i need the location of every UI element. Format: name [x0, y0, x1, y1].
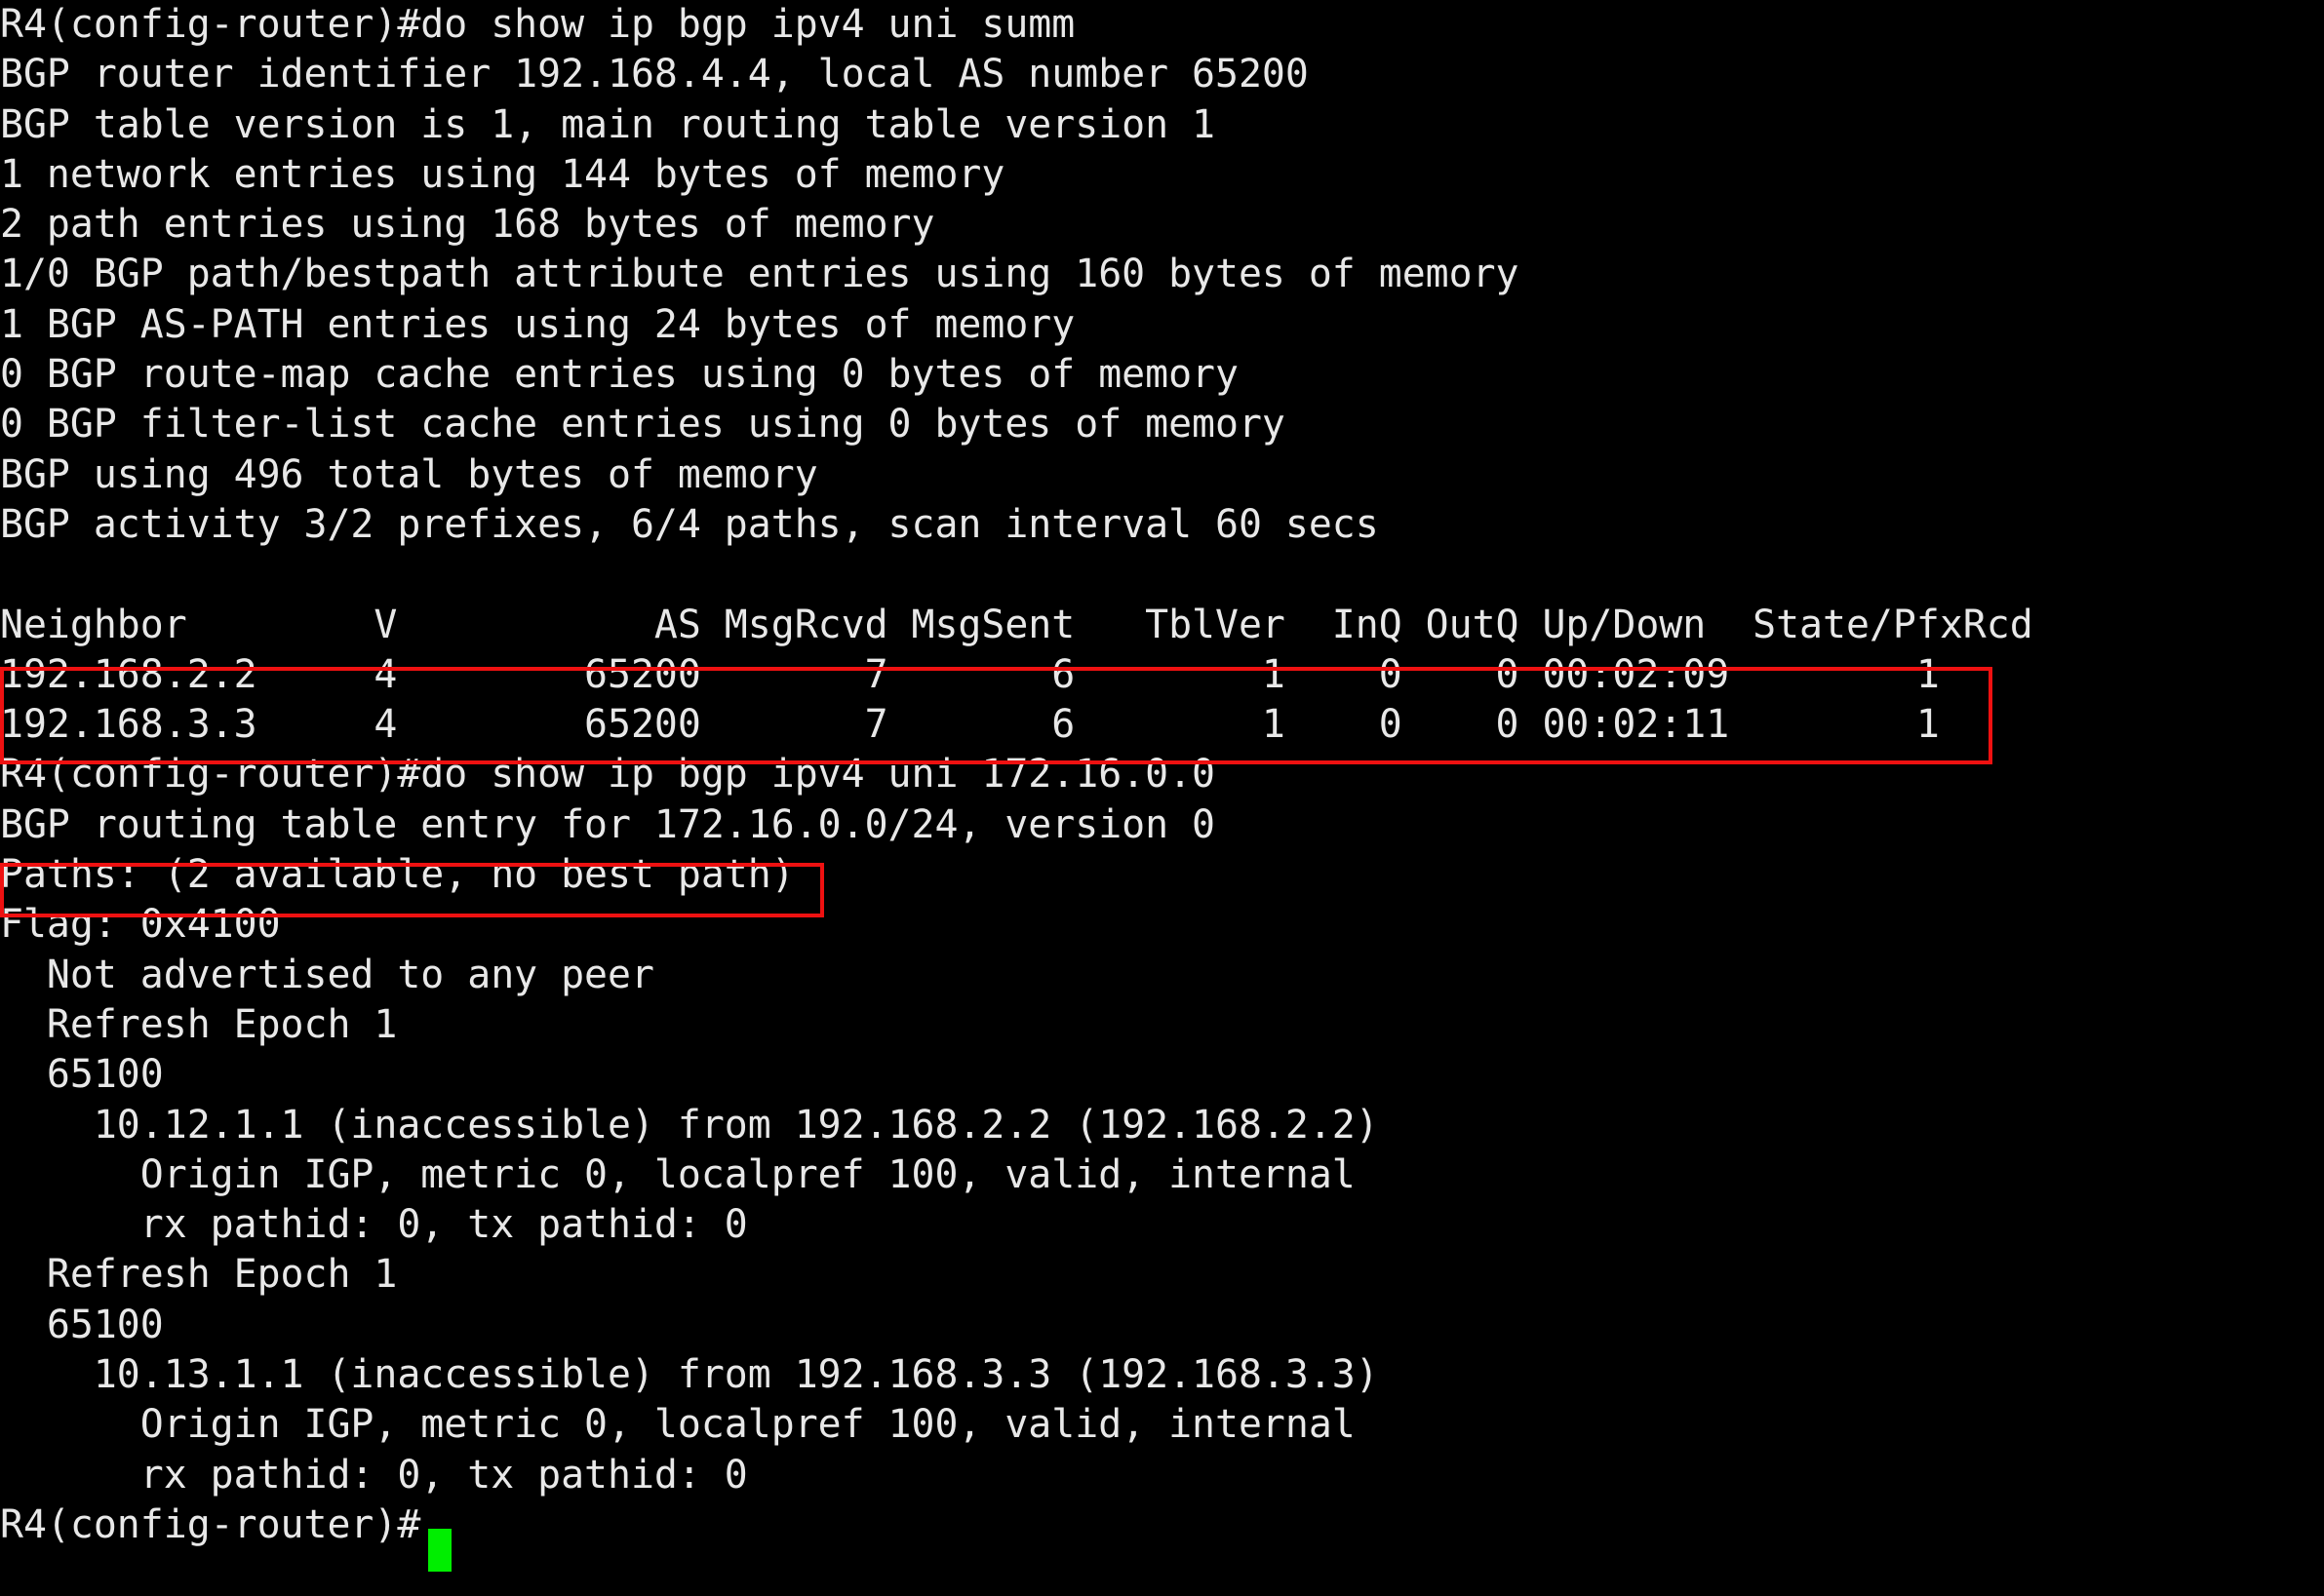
- terminal-line: Refresh Epoch 1: [0, 1001, 398, 1047]
- terminal-line: 65100: [0, 1302, 164, 1347]
- terminal-line: Flag: 0x4100: [0, 902, 281, 948]
- terminal-line: R4(config-router)#do show ip bgp ipv4 un…: [0, 2, 1076, 47]
- neighbor-table-header: Neighbor V AS MsgRcvd MsgSent TblVer InQ…: [0, 602, 2033, 647]
- terminal-line: rx pathid: 0, tx pathid: 0: [0, 1202, 748, 1248]
- paths-available-line: Paths: (2 available, no best path): [0, 852, 795, 898]
- terminal-line: BGP router identifier 192.168.4.4, local…: [0, 52, 1309, 97]
- terminal-line: BGP using 496 total bytes of memory: [0, 451, 818, 497]
- terminal-line: 0 BGP filter-list cache entries using 0 …: [0, 402, 1285, 448]
- terminal-window[interactable]: R4(config-router)#do show ip bgp ipv4 un…: [0, 0, 2324, 1596]
- terminal-line: BGP routing table entry for 172.16.0.0/2…: [0, 801, 1216, 847]
- terminal-line: Origin IGP, metric 0, localpref 100, val…: [0, 1151, 1356, 1197]
- terminal-line: BGP table version is 1, main routing tab…: [0, 101, 1216, 147]
- terminal-line: rx pathid: 0, tx pathid: 0: [0, 1452, 748, 1498]
- terminal-line: R4(config-router)#do show ip bgp ipv4 un…: [0, 752, 1216, 798]
- terminal-prompt-line[interactable]: R4(config-router)#: [0, 1500, 2312, 1550]
- terminal-line: 1 network entries using 144 bytes of mem…: [0, 151, 1005, 197]
- terminal-line: 10.12.1.1 (inaccessible) from 192.168.2.…: [0, 1102, 1379, 1148]
- neighbor-table-row: 192.168.3.3 4 65200 7 6 1 0 0 00:02:11 1: [0, 702, 1940, 748]
- terminal-line: BGP activity 3/2 prefixes, 6/4 paths, sc…: [0, 501, 1379, 547]
- terminal-line: 1/0 BGP path/bestpath attribute entries …: [0, 252, 1519, 297]
- terminal-line: 10.13.1.1 (inaccessible) from 192.168.3.…: [0, 1352, 1379, 1398]
- neighbor-table-row: 192.168.2.2 4 65200 7 6 1 0 0 00:02:09 1: [0, 651, 1940, 697]
- terminal-line: 65100: [0, 1052, 164, 1098]
- terminal-line: Not advertised to any peer: [0, 952, 654, 997]
- terminal-line: Origin IGP, metric 0, localpref 100, val…: [0, 1402, 1356, 1448]
- terminal-line: 0 BGP route-map cache entries using 0 by…: [0, 352, 1239, 398]
- terminal-line: 1 BGP AS-PATH entries using 24 bytes of …: [0, 301, 1076, 347]
- terminal-cursor: [428, 1529, 452, 1572]
- terminal-line: 2 path entries using 168 bytes of memory: [0, 202, 935, 248]
- terminal-output-area[interactable]: R4(config-router)#do show ip bgp ipv4 un…: [0, 0, 2324, 1596]
- terminal-line: Refresh Epoch 1: [0, 1252, 398, 1298]
